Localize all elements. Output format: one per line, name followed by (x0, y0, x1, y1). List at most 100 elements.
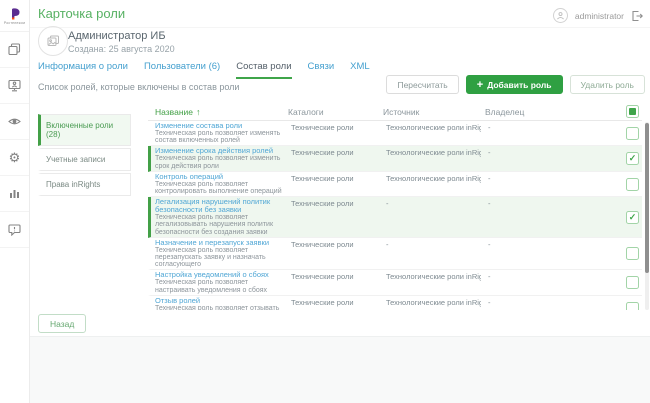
role-link[interactable]: Контроль операций (155, 173, 283, 181)
add-role-label: Добавить роль (487, 80, 551, 90)
app-root: Ростелеком ⚙ (0, 0, 650, 403)
cell-owner: - (481, 173, 581, 195)
column-source[interactable]: Источник (383, 107, 478, 117)
side-tab[interactable]: Права inRights (38, 173, 131, 196)
cell-source: Технологические роли inRig... (386, 297, 481, 310)
cell-owner: - (481, 122, 581, 144)
cell-owner: - (481, 198, 581, 236)
cell-source: Технологические роли inRig... (386, 271, 481, 293)
cell-catalogs: Технические роли (291, 239, 386, 269)
role-description: Техническая роль позволяет изменить срок… (155, 155, 283, 169)
table-row[interactable]: Отзыв ролей Техническая роль позволяет о… (148, 296, 642, 310)
role-created-date: Создана: 25 августа 2020 (68, 44, 175, 54)
logout-icon[interactable] (631, 10, 643, 22)
cell-source: - (386, 198, 481, 236)
sort-asc-icon: ↑ (196, 107, 201, 117)
roles-table: Название↑ Каталоги Источник Владелец Изм… (148, 103, 642, 310)
column-owner[interactable]: Владелец (478, 107, 578, 117)
back-button[interactable]: Назад (38, 314, 86, 333)
side-tab[interactable]: Включенные роли (28) (38, 114, 131, 146)
tab-description: Список ролей, которые включены в состав … (38, 82, 239, 92)
toolbar: Пересчитать + Добавить роль Удалить роль (386, 75, 645, 94)
delete-role-button[interactable]: Удалить роль (570, 75, 645, 94)
role-link[interactable]: Настройка уведомлений о сбоях (155, 271, 283, 279)
sidebar-item-eye[interactable] (0, 104, 29, 140)
role-name: Администратор ИБ (68, 30, 166, 42)
rostelecom-logo-icon (8, 7, 21, 21)
role-description: Техническая роль позволяет легализовыват… (155, 214, 283, 236)
tab[interactable]: Состав роли (236, 61, 291, 79)
logo-text: Ростелеком (4, 21, 25, 25)
eye-icon (8, 115, 21, 128)
role-description: Техническая роль позволяет контролироват… (155, 181, 283, 195)
sidebar-item-settings[interactable]: ⚙ (0, 140, 29, 176)
cell-catalogs: Технические роли (291, 147, 386, 169)
side-tab[interactable]: Учетные записи (38, 148, 131, 171)
row-checkbox[interactable]: ✓ (626, 152, 639, 165)
side-panel-tabs: Включенные роли (28)Учетные записиПрава … (38, 114, 131, 198)
feedback-icon (8, 223, 21, 236)
cell-source: Технологические роли inRig... (386, 122, 481, 144)
select-all-checkbox[interactable] (626, 105, 639, 118)
cell-catalogs: Технические роли (291, 198, 386, 236)
table-scrollbar-track[interactable] (645, 122, 649, 310)
windows-icon (8, 43, 21, 56)
role-link[interactable]: Изменение срока действия ролей (155, 147, 283, 155)
sidebar: Ростелеком ⚙ (0, 0, 30, 403)
recalculate-button[interactable]: Пересчитать (386, 75, 458, 94)
row-checkbox[interactable] (626, 127, 639, 140)
row-checkbox[interactable]: ✓ (626, 211, 639, 224)
sidebar-item-feedback[interactable] (0, 212, 29, 248)
tab[interactable]: XML (350, 61, 370, 79)
add-role-button[interactable]: + Добавить роль (466, 75, 563, 94)
column-name[interactable]: Название↑ (148, 107, 288, 117)
cell-catalogs: Технические роли (291, 297, 386, 310)
role-link[interactable]: Изменение состава роли (155, 122, 283, 130)
username: administrator (575, 11, 624, 21)
cell-source: - (386, 239, 481, 269)
topbar-divider (30, 27, 650, 28)
cell-catalogs: Технические роли (291, 173, 386, 195)
cell-source: Технологические роли inRig... (386, 147, 481, 169)
column-catalogs[interactable]: Каталоги (288, 107, 383, 117)
page-bottom-strip (30, 336, 650, 403)
cell-catalogs: Технические роли (291, 271, 386, 293)
table-row[interactable]: Назначение и перезапуск заявки Техническ… (148, 238, 642, 271)
cell-catalogs: Технические роли (291, 122, 386, 144)
sidebar-item-windows[interactable] (0, 32, 29, 68)
table-scrollbar-thumb[interactable] (645, 123, 649, 273)
row-checkbox[interactable] (626, 302, 639, 310)
tab[interactable]: Связи (308, 61, 335, 79)
table-row[interactable]: Изменение срока действия ролей Техническ… (148, 146, 642, 171)
sidebar-item-reports[interactable] (0, 176, 29, 212)
cell-owner: - (481, 271, 581, 293)
user-avatar-icon (553, 8, 568, 23)
role-link[interactable]: Легализация нарушений политик безопаснос… (155, 198, 283, 214)
table-body: Изменение состава роли Техническая роль … (148, 121, 642, 310)
role-avatar (38, 26, 68, 56)
sidebar-item-monitor[interactable] (0, 68, 29, 104)
plus-icon: + (477, 80, 483, 90)
cell-source: Технологические роли inRig... (386, 173, 481, 195)
page-title: Карточка роли (38, 6, 125, 21)
topbar-user-area: administrator (553, 8, 643, 23)
role-description: Техническая роль позволяет перезапускать… (155, 247, 283, 269)
cell-owner: - (481, 297, 581, 310)
table-row[interactable]: Настройка уведомлений о сбоях Техническа… (148, 270, 642, 295)
tab[interactable]: Пользователи (6) (144, 61, 220, 79)
role-link[interactable]: Отзыв ролей (155, 297, 283, 305)
row-checkbox[interactable] (626, 276, 639, 289)
role-description: Техническая роль позволяет настраивать у… (155, 279, 283, 293)
row-checkbox[interactable] (626, 178, 639, 191)
role-description: Техническая роль позволяет отзывать роли (155, 305, 283, 310)
tab[interactable]: Информация о роли (38, 61, 128, 79)
cell-owner: - (481, 147, 581, 169)
row-checkbox[interactable] (626, 247, 639, 260)
role-link[interactable]: Назначение и перезапуск заявки (155, 239, 283, 247)
role-description: Техническая роль позволяет изменять сост… (155, 130, 283, 144)
tabs: Информация о роли Пользователи (6) Состав … (38, 61, 370, 79)
logo[interactable]: Ростелеком (0, 0, 29, 32)
table-row[interactable]: Изменение состава роли Техническая роль … (148, 121, 642, 146)
table-row[interactable]: Контроль операций Техническая роль позво… (148, 172, 642, 197)
table-row[interactable]: Легализация нарушений политик безопаснос… (148, 197, 642, 238)
